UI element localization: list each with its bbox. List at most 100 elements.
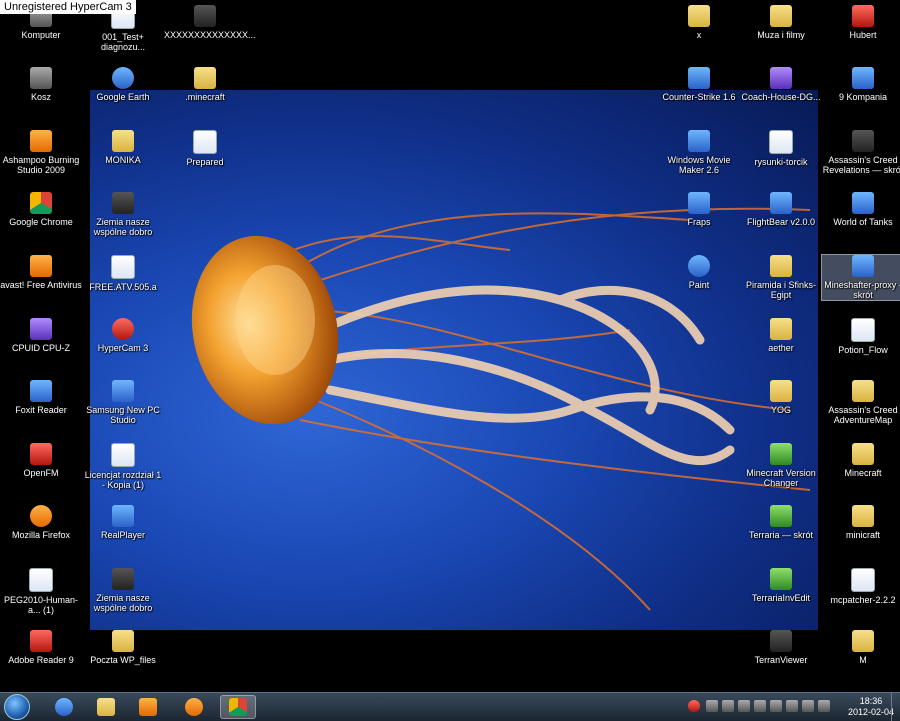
samsung-pc-studio-icon[interactable]: Samsung New PC Studio	[82, 380, 164, 425]
firefox-icon[interactable]: Mozilla Firefox	[0, 505, 82, 540]
clock-date: 2012-02-04	[847, 707, 894, 717]
peg-icon[interactable]: PEG2010-Human-a... (1)	[0, 568, 82, 615]
taskbar-firefox[interactable]	[176, 695, 212, 719]
phone-glyph-icon	[112, 380, 134, 402]
mineshafter-icon[interactable]: Mineshafter-proxy - skrót	[821, 254, 900, 301]
openfm-icon[interactable]: OpenFM	[0, 443, 82, 478]
document-glyph-icon	[851, 568, 875, 592]
mcpatcher-icon[interactable]: mcpatcher-2.2.2	[822, 568, 900, 605]
paint-icon[interactable]: Paint	[658, 255, 740, 290]
flightbear-icon[interactable]: FlightBear v2.0.0	[740, 192, 822, 227]
ac-adventuremap-folder-icon[interactable]: Assassin's Creed AdventureMap	[822, 380, 900, 425]
terraria-inv-edit-icon[interactable]: TerrariaInvEdit	[740, 568, 822, 603]
m-folder-icon[interactable]: M	[822, 630, 900, 665]
terranviewer-icon[interactable]: TerranViewer	[740, 630, 822, 665]
poczta-folder-icon[interactable]: Poczta WP_files	[82, 630, 164, 665]
globe-glyph-icon	[112, 67, 134, 89]
cpu-glyph-icon	[30, 318, 52, 340]
taskbar-media-player[interactable]	[130, 695, 166, 719]
ashampoo-icon[interactable]: Ashampoo Burning Studio 2009	[0, 130, 82, 175]
minecraft-folder2-icon[interactable]: Minecraft	[822, 443, 900, 478]
ziemia-file-icon[interactable]: Ziemia nasze wspólne dobro	[82, 568, 164, 613]
video-file-icon	[112, 568, 134, 590]
world-of-tanks-icon[interactable]: World of Tanks	[822, 192, 900, 227]
icon-label: Adobe Reader 9	[8, 655, 74, 665]
prepared-icon[interactable]: Prepared	[164, 130, 246, 167]
game-glyph-icon	[688, 67, 710, 89]
tray-app-icon[interactable]	[722, 700, 734, 712]
monika-folder-icon[interactable]: MONIKA	[82, 130, 164, 165]
hubert-icon[interactable]: Hubert	[822, 5, 900, 40]
coach-house-icon[interactable]: Coach-House-DG...	[740, 67, 822, 102]
icon-label: Ziemia nasze wspólne dobro	[93, 217, 153, 237]
terraria-icon[interactable]: Terraria — skrót	[740, 505, 822, 540]
foxit-icon[interactable]: Foxit Reader	[0, 380, 82, 415]
kompania-icon[interactable]: 9 Kompania	[822, 67, 900, 102]
movie-maker-icon[interactable]: Windows Movie Maker 2.6	[658, 130, 740, 175]
document-glyph-icon	[769, 130, 793, 154]
taskbar: 18:36 2012-02-04	[0, 692, 900, 721]
freeatv-icon[interactable]: FREE.ATV.505.a	[82, 255, 164, 292]
ac-revelations-icon[interactable]: Assassin's Creed Revelations — skrót	[822, 130, 900, 175]
yog-folder-icon[interactable]: YOG	[740, 380, 822, 415]
minicraft-folder-icon[interactable]: minicraft	[822, 505, 900, 540]
pdf-reader-glyph-icon	[30, 380, 52, 402]
tray-app-icon[interactable]	[738, 700, 750, 712]
folder-icon	[688, 5, 710, 27]
folder-icon	[852, 380, 874, 402]
camera-glyph-icon	[112, 318, 134, 340]
tv-glyph-icon	[770, 630, 792, 652]
show-desktop-button[interactable]	[891, 693, 900, 721]
record-icon[interactable]	[688, 700, 700, 712]
icon-label: HyperCam 3	[97, 343, 149, 353]
folder-icon	[194, 67, 216, 89]
icon-label: Assassin's Creed AdventureMap	[828, 405, 898, 425]
flag-icon[interactable]	[786, 700, 798, 712]
tray-app-icon[interactable]	[770, 700, 782, 712]
icon-label: Prepared	[186, 157, 224, 167]
start-button[interactable]	[4, 694, 30, 720]
chrome-glyph-icon	[30, 192, 52, 214]
tray-app-icon[interactable]	[754, 700, 766, 712]
licencjat-icon[interactable]: Licencjat rozdział 1 - Kopia (1)	[82, 443, 164, 490]
counter-strike-icon[interactable]: Counter-Strike 1.6	[658, 67, 740, 102]
network-icon[interactable]	[802, 700, 814, 712]
clock[interactable]: 18:36 2012-02-04	[848, 696, 894, 718]
realplayer-icon[interactable]: RealPlayer	[82, 505, 164, 540]
icon-label: PEG2010-Human-a... (1)	[3, 595, 79, 615]
x-folder-icon[interactable]: x	[658, 5, 740, 40]
muza-folder-icon[interactable]: Muza i filmy	[740, 5, 822, 40]
ziemia-shortcut-icon[interactable]: Ziemia nasze wspólne dobro	[82, 192, 164, 237]
google-earth-icon[interactable]: Google Earth	[82, 67, 164, 102]
folder-icon	[852, 443, 874, 465]
taskbar-explorer[interactable]	[88, 695, 124, 719]
cpuz-icon[interactable]: CPUID CPU-Z	[0, 318, 82, 353]
app-glyph-icon	[852, 255, 874, 277]
piramida-folder-icon[interactable]: Piramida i Sfinks-Egipt	[740, 255, 822, 300]
avast-icon[interactable]: avast! Free Antivirus	[0, 255, 82, 290]
icon-label: XXXXXXXXXXXXXX...	[164, 30, 256, 40]
hypercam-icon[interactable]: HyperCam 3	[82, 318, 164, 353]
taskbar-chrome[interactable]	[220, 695, 256, 719]
folder-icon	[112, 630, 134, 652]
mc-version-changer-icon[interactable]: Minecraft Version Changer	[740, 443, 822, 488]
adobe-reader-icon[interactable]: Adobe Reader 9	[0, 630, 82, 665]
xxx-file-icon[interactable]: XXXXXXXXXXXXXX...	[164, 5, 256, 40]
rysunki-icon[interactable]: rysunki-torcik	[740, 130, 822, 167]
potion-flow-icon[interactable]: Potion_Flow	[822, 318, 900, 355]
icon-label: Assassin's Creed Revelations — skrót	[822, 155, 900, 175]
chrome-icon[interactable]: Google Chrome	[0, 192, 82, 227]
icon-label: OpenFM	[23, 468, 59, 478]
tray-app-icon[interactable]	[706, 700, 718, 712]
document-glyph-icon	[111, 443, 135, 467]
burn-glyph-icon	[30, 130, 52, 152]
game-glyph-icon	[852, 67, 874, 89]
recycle-bin-icon[interactable]: Kosz	[0, 67, 82, 102]
taskbar-internet-explorer[interactable]	[46, 695, 82, 719]
icon-label: Minecraft	[844, 468, 882, 478]
film-glyph-icon	[688, 130, 710, 152]
fraps-icon[interactable]: Fraps	[658, 192, 740, 227]
minecraft-folder-icon[interactable]: .minecraft	[164, 67, 246, 102]
aether-folder-icon[interactable]: aether	[740, 318, 822, 353]
volume-icon[interactable]	[818, 700, 830, 712]
